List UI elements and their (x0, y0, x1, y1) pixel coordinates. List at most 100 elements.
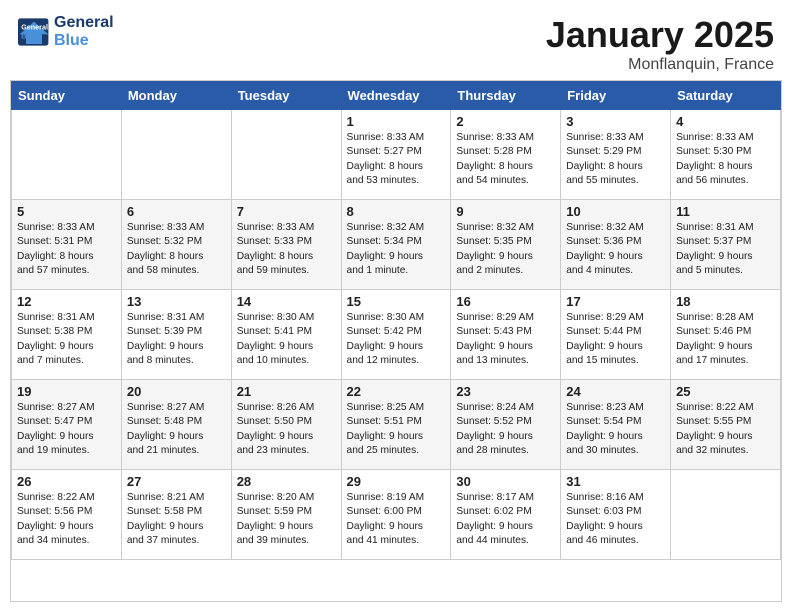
day-info: Sunrise: 8:33 AM Sunset: 5:31 PM Dayligh… (17, 221, 116, 278)
day-info: Sunrise: 8:22 AM Sunset: 5:56 PM Dayligh… (17, 491, 116, 548)
weekday-sunday: Sunday (12, 82, 122, 110)
day-info: Sunrise: 8:30 AM Sunset: 5:41 PM Dayligh… (237, 311, 336, 368)
week-row-1: 1 Sunrise: 8:33 AM Sunset: 5:27 PM Daylig… (12, 110, 781, 200)
day-cell (231, 110, 341, 200)
day-info: Sunrise: 8:27 AM Sunset: 5:48 PM Dayligh… (127, 401, 226, 458)
day-number: 22 (347, 384, 446, 399)
day-info: Sunrise: 8:23 AM Sunset: 5:54 PM Dayligh… (566, 401, 665, 458)
calendar: SundayMondayTuesdayWednesdayThursdayFrid… (10, 80, 782, 602)
day-info: Sunrise: 8:32 AM Sunset: 5:36 PM Dayligh… (566, 221, 665, 278)
day-info: Sunrise: 8:27 AM Sunset: 5:47 PM Dayligh… (17, 401, 116, 458)
day-info: Sunrise: 8:30 AM Sunset: 5:42 PM Dayligh… (347, 311, 446, 368)
day-number: 6 (127, 204, 226, 219)
day-number: 23 (456, 384, 555, 399)
day-info: Sunrise: 8:29 AM Sunset: 5:44 PM Dayligh… (566, 311, 665, 368)
logo-icon: General Blue (18, 18, 50, 46)
logo-blue: Blue (54, 32, 114, 50)
day-cell: 2Sunrise: 8:33 AM Sunset: 5:28 PM Daylig… (451, 110, 561, 200)
day-info: Sunrise: 8:31 AM Sunset: 5:38 PM Dayligh… (17, 311, 116, 368)
day-number: 31 (566, 474, 665, 489)
day-info: Sunrise: 8:16 AM Sunset: 6:03 PM Dayligh… (566, 491, 665, 548)
day-number: 5 (17, 204, 116, 219)
day-number: 27 (127, 474, 226, 489)
day-cell: 16 Sunrise: 8:29 AM Sunset: 5:43 PM Dayli… (451, 290, 561, 380)
day-number: 15 (347, 294, 446, 309)
day-info: Sunrise: 8:17 AM Sunset: 6:02 PM Dayligh… (456, 491, 555, 548)
day-info: Sunrise: 8:33 AM Sunset: 5:33 PM Dayligh… (237, 221, 336, 278)
day-cell: 10 Sunrise: 8:32 AM Sunset: 5:36 PM Dayli… (561, 200, 671, 290)
logo-general: General (54, 14, 114, 32)
weekday-header-row: SundayMondayTuesdayWednesdayThursdayFrid… (12, 82, 781, 110)
day-cell: 31 Sunrise: 8:16 AM Sunset: 6:03 PM Dayli… (561, 470, 671, 560)
weekday-wednesday: Wednesday (341, 82, 451, 110)
day-info: Sunrise: 8:31 AM Sunset: 5:37 PM Dayligh… (676, 221, 775, 278)
day-cell: 15 Sunrise: 8:30 AM Sunset: 5:42 PM Dayli… (341, 290, 451, 380)
day-cell: 23 Sunrise: 8:24 AM Sunset: 5:52 PM Dayli… (451, 380, 561, 470)
header: General Blue General Blue January 2025 M… (0, 0, 792, 80)
day-number: 25 (676, 384, 775, 399)
day-cell (12, 110, 122, 200)
day-number: 7 (237, 204, 336, 219)
day-info: Sunrise: 8:33 AM Sunset: 5:30 PM Dayligh… (676, 131, 775, 188)
day-cell: 12Sunrise: 8:31 AM Sunset: 5:38 PM Dayli… (12, 290, 122, 380)
day-number: 21 (237, 384, 336, 399)
day-number: 3 (566, 114, 665, 129)
day-info: Sunrise: 8:32 AM Sunset: 5:34 PM Dayligh… (347, 221, 446, 278)
day-number: 1 (347, 114, 446, 129)
svg-text:General: General (21, 22, 48, 31)
day-cell: 6Sunrise: 8:33 AM Sunset: 5:32 PM Daylig… (121, 200, 231, 290)
day-number: 20 (127, 384, 226, 399)
week-row-5: 26 Sunrise: 8:22 AM Sunset: 5:56 PM Dayli… (12, 470, 781, 560)
day-number: 24 (566, 384, 665, 399)
week-row-3: 12Sunrise: 8:31 AM Sunset: 5:38 PM Dayli… (12, 290, 781, 380)
day-number: 8 (347, 204, 446, 219)
day-info: Sunrise: 8:32 AM Sunset: 5:35 PM Dayligh… (456, 221, 555, 278)
day-info: Sunrise: 8:33 AM Sunset: 5:28 PM Dayligh… (456, 131, 555, 188)
day-cell: 30Sunrise: 8:17 AM Sunset: 6:02 PM Dayli… (451, 470, 561, 560)
day-cell: 28Sunrise: 8:20 AM Sunset: 5:59 PM Dayli… (231, 470, 341, 560)
day-number: 4 (676, 114, 775, 129)
day-number: 11 (676, 204, 775, 219)
day-number: 19 (17, 384, 116, 399)
day-cell: 3 Sunrise: 8:33 AM Sunset: 5:29 PM Daylig… (561, 110, 671, 200)
weekday-friday: Friday (561, 82, 671, 110)
day-cell: 29Sunrise: 8:19 AM Sunset: 6:00 PM Dayli… (341, 470, 451, 560)
page: General Blue General Blue January 2025 M… (0, 0, 792, 612)
day-cell: 27 Sunrise: 8:21 AM Sunset: 5:58 PM Dayli… (121, 470, 231, 560)
day-number: 14 (237, 294, 336, 309)
day-number: 16 (456, 294, 555, 309)
day-number: 10 (566, 204, 665, 219)
day-number: 26 (17, 474, 116, 489)
day-cell: 13Sunrise: 8:31 AM Sunset: 5:39 PM Dayli… (121, 290, 231, 380)
day-cell (671, 470, 781, 560)
weekday-tuesday: Tuesday (231, 82, 341, 110)
weekday-thursday: Thursday (451, 82, 561, 110)
day-info: Sunrise: 8:21 AM Sunset: 5:58 PM Dayligh… (127, 491, 226, 548)
day-info: Sunrise: 8:29 AM Sunset: 5:43 PM Dayligh… (456, 311, 555, 368)
day-number: 29 (347, 474, 446, 489)
day-info: Sunrise: 8:33 AM Sunset: 5:29 PM Dayligh… (566, 131, 665, 188)
day-cell: 5 Sunrise: 8:33 AM Sunset: 5:31 PM Daylig… (12, 200, 122, 290)
day-cell: 19 Sunrise: 8:27 AM Sunset: 5:47 PM Dayli… (12, 380, 122, 470)
day-number: 18 (676, 294, 775, 309)
day-cell: 21 Sunrise: 8:26 AM Sunset: 5:50 PM Dayli… (231, 380, 341, 470)
day-info: Sunrise: 8:26 AM Sunset: 5:50 PM Dayligh… (237, 401, 336, 458)
svg-text:Blue: Blue (21, 31, 37, 40)
day-cell: 7 Sunrise: 8:33 AM Sunset: 5:33 PM Daylig… (231, 200, 341, 290)
weekday-monday: Monday (121, 82, 231, 110)
day-cell: 24 Sunrise: 8:23 AM Sunset: 5:54 PM Dayli… (561, 380, 671, 470)
day-info: Sunrise: 8:24 AM Sunset: 5:52 PM Dayligh… (456, 401, 555, 458)
title-block: January 2025 Monflanquin, France (546, 14, 774, 74)
day-number: 17 (566, 294, 665, 309)
day-cell: 1 Sunrise: 8:33 AM Sunset: 5:27 PM Daylig… (341, 110, 451, 200)
day-info: Sunrise: 8:22 AM Sunset: 5:55 PM Dayligh… (676, 401, 775, 458)
day-info: Sunrise: 8:33 AM Sunset: 5:27 PM Dayligh… (347, 131, 446, 188)
day-cell: 11 Sunrise: 8:31 AM Sunset: 5:37 PM Dayli… (671, 200, 781, 290)
weekday-saturday: Saturday (671, 82, 781, 110)
logo: General Blue General Blue (18, 14, 114, 49)
calendar-body: 1 Sunrise: 8:33 AM Sunset: 5:27 PM Daylig… (12, 110, 781, 560)
main-title: January 2025 (546, 14, 774, 56)
day-number: 13 (127, 294, 226, 309)
day-cell: 8 Sunrise: 8:32 AM Sunset: 5:34 PM Daylig… (341, 200, 451, 290)
week-row-2: 5 Sunrise: 8:33 AM Sunset: 5:31 PM Daylig… (12, 200, 781, 290)
